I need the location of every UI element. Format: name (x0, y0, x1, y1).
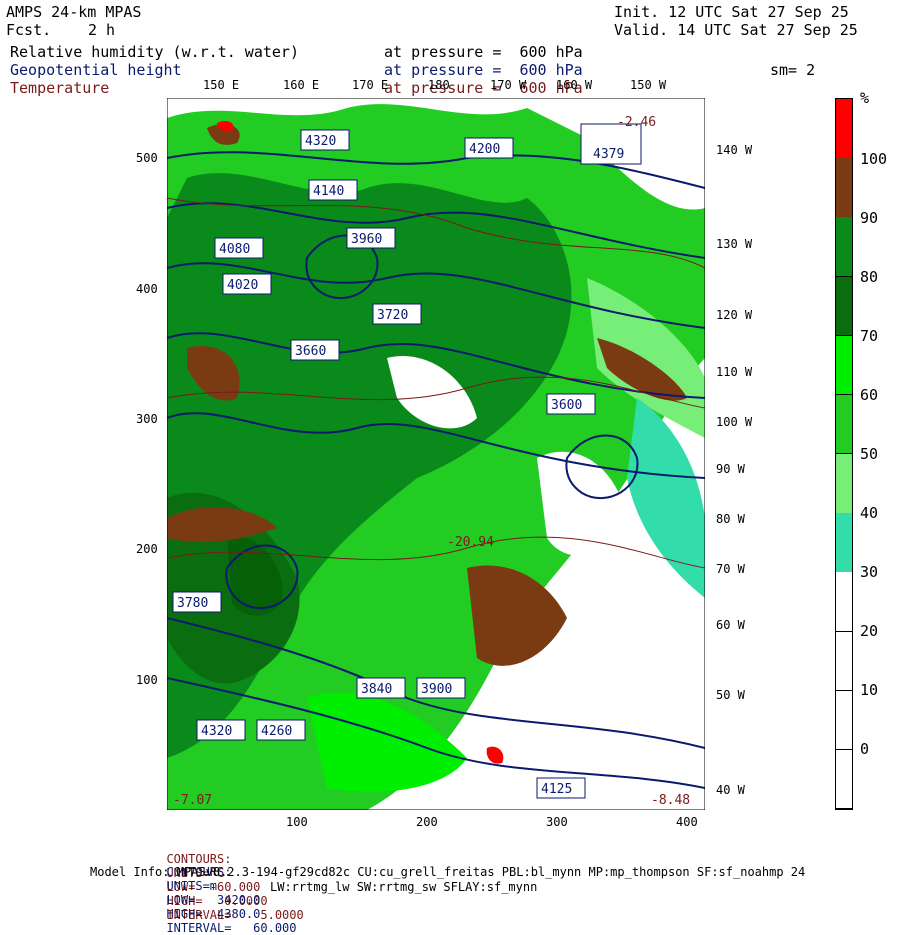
forecast-hour: 2 h (88, 21, 116, 39)
lon-label-top: 160 E (283, 78, 320, 92)
colorbar-segment (836, 513, 852, 573)
lon-label-top: 160 W (556, 78, 593, 92)
colorbar-label: 20 (860, 622, 879, 640)
lon-label-top: 170 E (352, 78, 389, 92)
lon-label-right: 80 W (716, 512, 745, 526)
colorbar-label: 30 (860, 563, 879, 581)
x-tick: 100 (286, 815, 308, 829)
y-tick: 200 (136, 542, 158, 556)
x-tick: 300 (546, 815, 568, 829)
footer-model-info: Model Info: MPASv8.2.3-194-gf29cd82c CU:… (90, 865, 806, 879)
colorbar-label: 80 (860, 268, 879, 286)
x-tick: 200 (416, 815, 438, 829)
lon-label-right: 130 W (716, 237, 753, 251)
height-label: 4140 (313, 184, 344, 199)
colorbar-label: 10 (860, 681, 879, 699)
init-time: Init. 12 UTC Sat 27 Sep 25 (614, 3, 849, 21)
lon-label-right: 140 W (716, 143, 753, 157)
model-title: AMPS 24-km MPAS (6, 3, 142, 21)
y-tick: 300 (136, 412, 158, 426)
colorbar-segment (836, 749, 852, 810)
lon-label-right: 50 W (716, 688, 745, 702)
lon-label-top: 150 E (203, 78, 240, 92)
colorbar-label: 100 (860, 150, 888, 168)
lon-label-right: 90 W (716, 462, 745, 476)
height-label: 3960 (351, 232, 382, 247)
y-tick: 500 (136, 151, 158, 165)
temp-label: -2.46 (617, 115, 656, 130)
height-label: 4260 (261, 724, 292, 739)
lon-label-right: 70 W (716, 562, 745, 576)
field-rh-level: at pressure = 600 hPa (384, 43, 583, 61)
colorbar-segment (836, 335, 852, 396)
colorbar-segment (836, 631, 852, 692)
colorbar-label: 60 (860, 386, 879, 404)
colorbar-segment (836, 217, 852, 277)
smoothing-label: sm= 2 (770, 61, 816, 79)
height-label: 3780 (177, 596, 208, 611)
valid-time: Valid. 14 UTC Sat 27 Sep 25 (614, 21, 858, 39)
footer-high: HIGH= 4380.0 (166, 907, 261, 921)
temp-label: -7.07 (173, 793, 212, 808)
height-label: 4379 (593, 147, 624, 162)
field-height-level: at pressure = 600 hPa (384, 61, 583, 79)
height-label: 3660 (295, 344, 326, 359)
map-panel: 4320 4200 4140 4080 4020 3960 3900 3840 … (167, 98, 705, 810)
colorbar-label: 0 (860, 740, 870, 758)
colorbar-segment (836, 276, 852, 337)
temp-label: -20.94 (447, 535, 494, 550)
lon-label-right: 60 W (716, 618, 745, 632)
height-label: 4020 (227, 278, 258, 293)
footer-units: UNITS=m (166, 879, 218, 893)
field-temp-level: at pressure = 600 hPa (384, 79, 583, 97)
colorbar-segment (836, 454, 852, 514)
height-label: 3600 (551, 398, 582, 413)
lon-label-top: 150 W (630, 78, 667, 92)
colorbar-unit: % (860, 89, 870, 107)
height-label: 4320 (201, 724, 232, 739)
lon-label-right: 120 W (716, 308, 753, 322)
y-tick: 100 (136, 673, 158, 687)
field-height-name: Geopotential height (10, 61, 182, 79)
height-label: 4320 (305, 134, 336, 149)
height-label: 4125 (541, 782, 572, 797)
lon-label-right: 100 W (716, 415, 753, 429)
height-label: 3900 (421, 682, 452, 697)
colorbar-label: 40 (860, 504, 879, 522)
field-rh-name: Relative humidity (w.r.t. water) (10, 43, 299, 61)
height-label: 3840 (361, 682, 392, 697)
height-label: 3720 (377, 308, 408, 323)
height-label: 4200 (469, 142, 500, 157)
footer-model-info-2: LW:rrtmg_lw SW:rrtmg_sw SFLAY:sf_mynn (270, 880, 538, 894)
colorbar-label: 70 (860, 327, 879, 345)
forecast-label: Fcst. (6, 21, 52, 39)
field-temp-name: Temperature (10, 79, 110, 97)
lon-label-top: 180 (428, 78, 450, 92)
x-tick: 400 (676, 815, 698, 829)
colorbar-segment (836, 690, 852, 751)
temp-label: -8.48 (651, 793, 690, 808)
colorbar-segment (836, 572, 852, 632)
colorbar-segment (836, 394, 852, 455)
footer-interval: INTERVAL= 60.000 (166, 921, 297, 935)
y-tick: 400 (136, 282, 158, 296)
humidity-fill (167, 104, 705, 810)
height-label: 4080 (219, 242, 250, 257)
colorbar (835, 98, 853, 810)
colorbar-label: 50 (860, 445, 879, 463)
footer-low: LOW= 3420.0 (166, 893, 261, 907)
colorbar-label: 90 (860, 209, 879, 227)
lon-label-right: 40 W (716, 783, 745, 797)
colorbar-segment (836, 158, 852, 218)
lon-label-top: 170 W (490, 78, 527, 92)
lon-label-right: 110 W (716, 365, 753, 379)
colorbar-segment (836, 99, 852, 159)
